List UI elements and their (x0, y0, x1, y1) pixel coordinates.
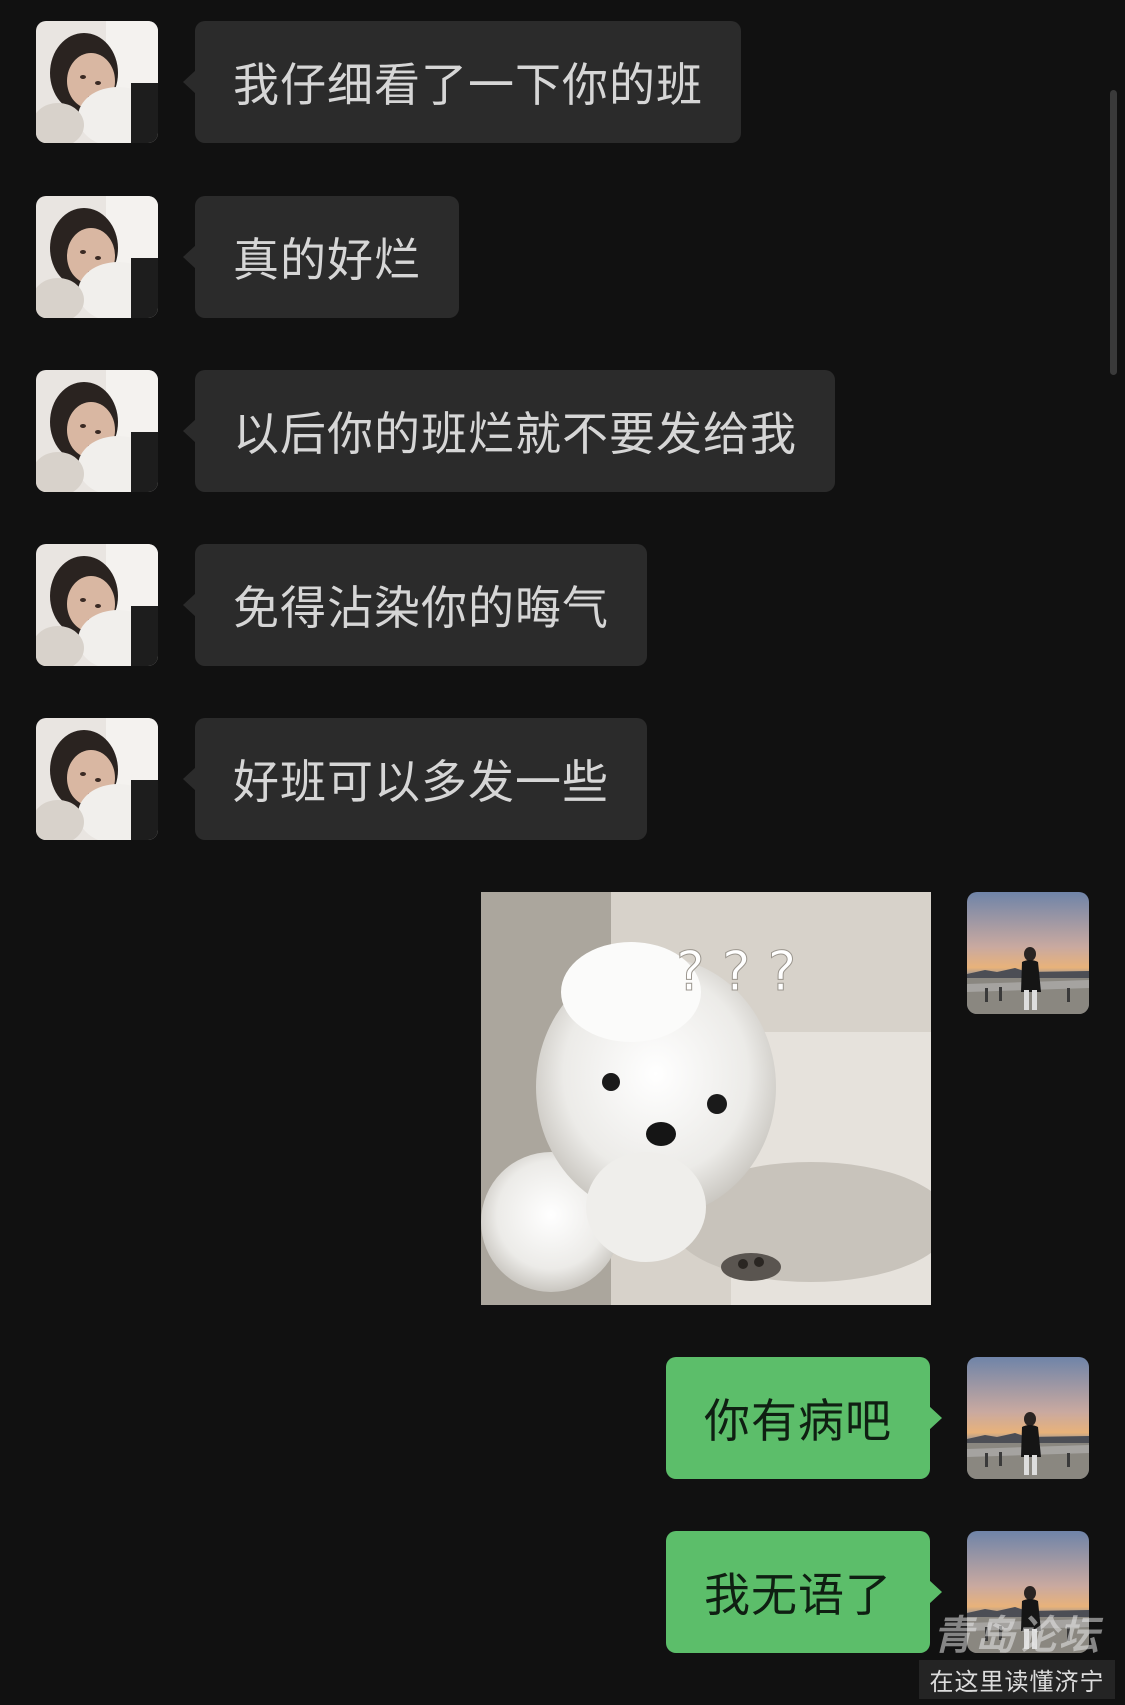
chat-area[interactable]: 我仔细看了一下你的班 真的好烂 以后你的班烂就不要发给我 免得沾染你的晦气 好班… (0, 0, 1125, 1705)
my-avatar[interactable] (967, 892, 1089, 1014)
woman-with-dog-avatar-icon (36, 21, 158, 143)
contact-avatar[interactable] (36, 370, 158, 492)
contact-avatar[interactable] (36, 196, 158, 318)
contact-avatar[interactable] (36, 21, 158, 143)
woman-with-dog-avatar-icon (36, 370, 158, 492)
forum-watermark: 青岛论坛 在这里读懂济宁 (919, 1612, 1115, 1699)
incoming-message-bubble[interactable]: 免得沾染你的晦气 (183, 544, 647, 666)
message-text: 免得沾染你的晦气 (233, 581, 609, 635)
watermark-tagline: 在这里读懂济宁 (919, 1660, 1115, 1699)
chat-scrollbar[interactable] (1110, 90, 1117, 375)
my-avatar[interactable] (967, 1357, 1089, 1479)
message-text: 你有病吧 (704, 1394, 892, 1448)
incoming-message-bubble[interactable]: 以后你的班烂就不要发给我 (183, 370, 835, 492)
message-text: 以后你的班烂就不要发给我 (233, 407, 797, 461)
incoming-message-bubble[interactable]: 我仔细看了一下你的班 (183, 21, 741, 143)
woman-with-dog-avatar-icon (36, 544, 158, 666)
confused-puppy-sticker-icon: ? ? ? (481, 892, 931, 1305)
incoming-message-bubble[interactable]: 好班可以多发一些 (183, 718, 647, 840)
woman-with-dog-avatar-icon (36, 196, 158, 318)
contact-avatar[interactable] (36, 544, 158, 666)
woman-with-dog-avatar-icon (36, 718, 158, 840)
message-text: 真的好烂 (233, 233, 421, 287)
message-text: 我仔细看了一下你的班 (233, 58, 703, 112)
watermark-logo: 青岛论坛 (933, 1613, 1101, 1659)
message-text: 我无语了 (704, 1568, 892, 1622)
outgoing-message-bubble[interactable]: 你有病吧 (666, 1357, 942, 1479)
message-text: 好班可以多发一些 (233, 755, 609, 809)
contact-avatar[interactable] (36, 718, 158, 840)
seaside-sunset-avatar-icon (967, 1357, 1089, 1479)
outgoing-message-bubble[interactable]: 我无语了 (666, 1531, 942, 1653)
seaside-sunset-avatar-icon (967, 892, 1089, 1014)
sticker-question-marks: ? ? ? (676, 940, 796, 1003)
incoming-message-bubble[interactable]: 真的好烂 (183, 196, 459, 318)
puppy-sticker-message[interactable]: ? ? ? (481, 892, 931, 1305)
